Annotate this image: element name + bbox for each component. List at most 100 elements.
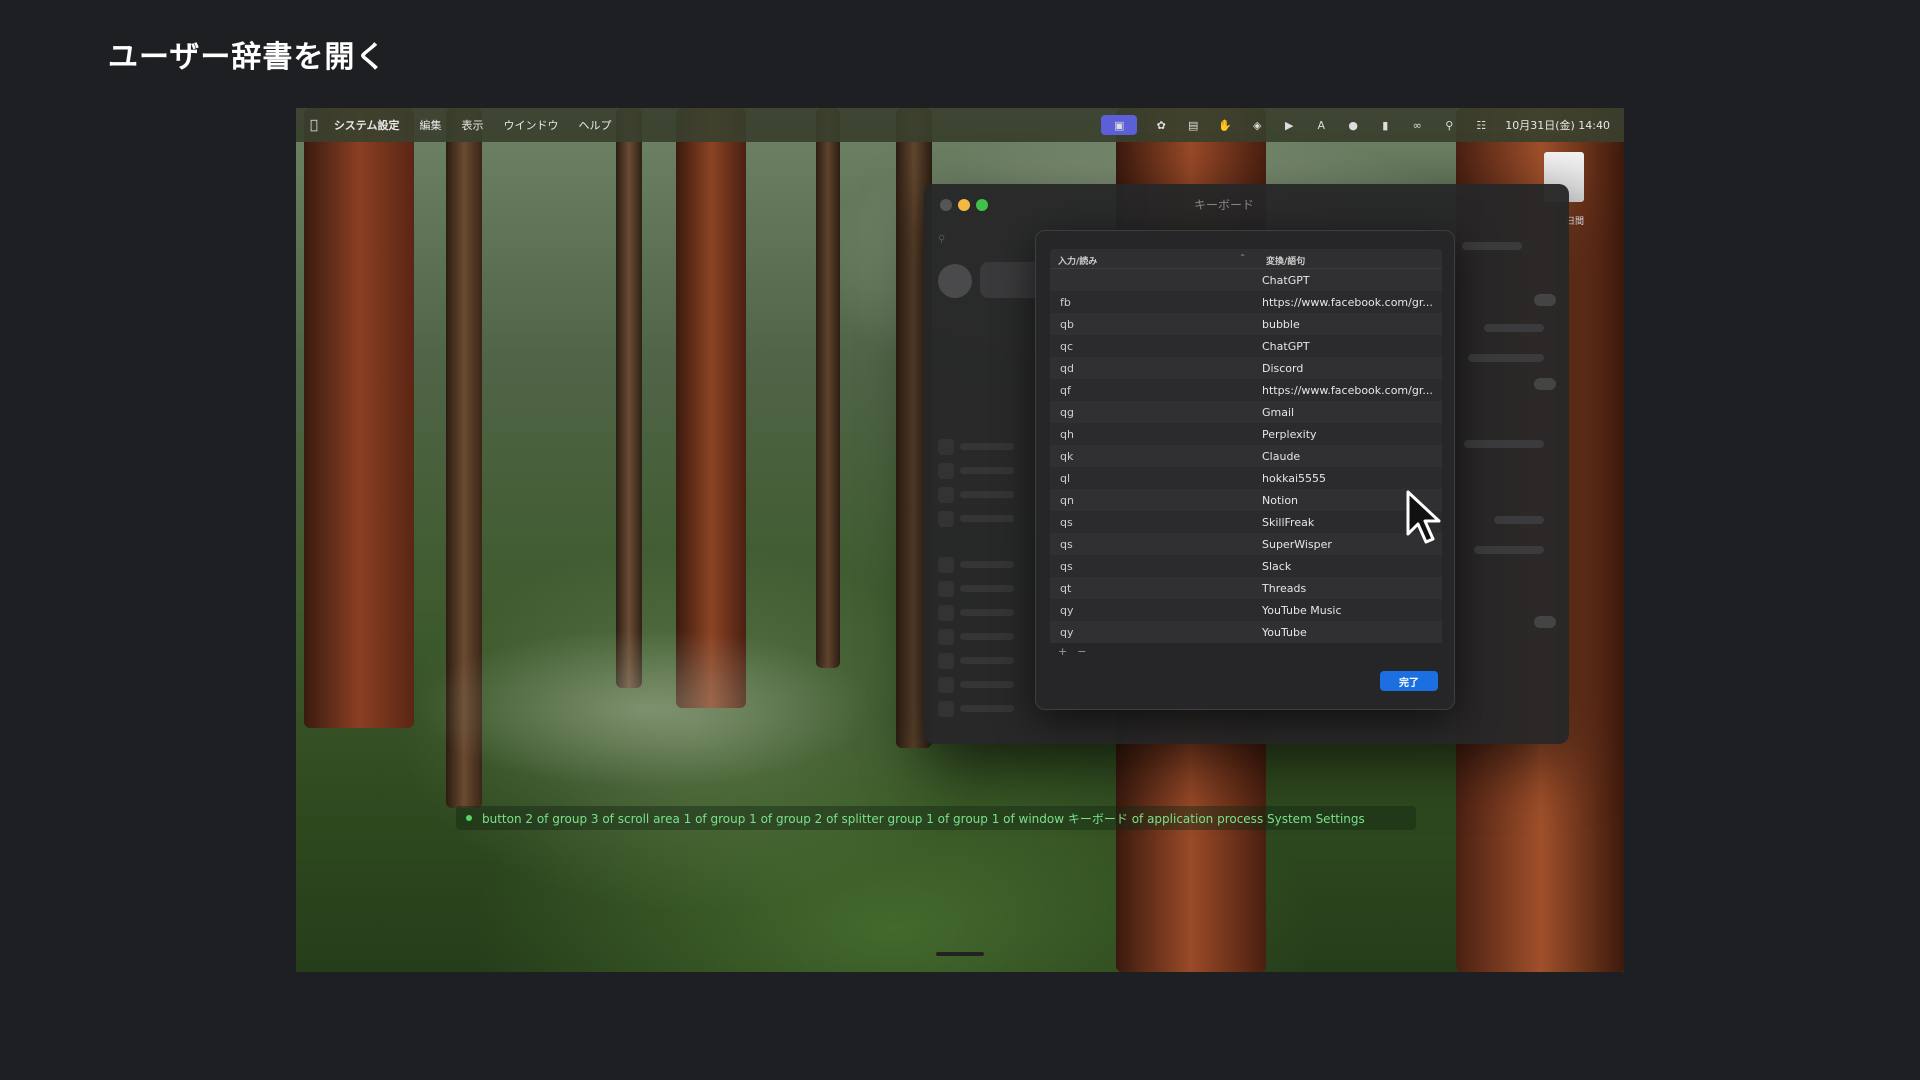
remove-entry-button[interactable]: − (1077, 645, 1086, 658)
chatgpt-icon[interactable]: ✿ (1153, 118, 1169, 132)
cell-output[interactable]: Perplexity (1258, 428, 1442, 441)
table-row[interactable]: qg Gmail (1050, 401, 1442, 423)
sidebar-item[interactable] (938, 698, 1018, 717)
sidebar-item[interactable] (938, 650, 1018, 669)
table-row[interactable]: qy YouTube (1050, 621, 1442, 643)
cell-output[interactable]: bubble (1258, 318, 1442, 331)
cell-input[interactable]: qc (1050, 340, 1258, 353)
cell-input[interactable]: qh (1050, 428, 1258, 441)
pane-popup[interactable] (1484, 324, 1544, 332)
screen-share-icon[interactable]: ▣ (1101, 115, 1138, 135)
table-row[interactable]: qh Perplexity (1050, 423, 1442, 445)
user-dictionary-button[interactable] (1474, 546, 1544, 554)
pane-toggle[interactable] (1534, 616, 1556, 628)
sidebar-item[interactable] (938, 484, 1018, 503)
cell-input[interactable]: qg (1050, 406, 1258, 419)
pane-toggle[interactable] (1534, 378, 1556, 390)
avatar[interactable] (938, 264, 972, 298)
sidebar-item[interactable] (938, 626, 1018, 645)
pane-button[interactable] (1464, 440, 1544, 448)
sidebar-item[interactable] (938, 602, 1018, 621)
sidebar-item[interactable] (938, 508, 1018, 527)
sidebar-search-icon[interactable]: ⚲ (938, 234, 945, 245)
table-row[interactable]: qy YouTube Music (1050, 599, 1442, 621)
sidebar-item[interactable] (938, 436, 1018, 455)
sidebar-item[interactable] (938, 674, 1018, 693)
accessibility-caption: button 2 of group 3 of scroll area 1 of … (456, 806, 1416, 830)
close-button[interactable] (940, 199, 952, 211)
menu-window[interactable]: ウインドウ (503, 117, 558, 133)
input-a-icon[interactable]: A (1313, 118, 1329, 132)
control-center-icon[interactable]: ☷ (1473, 118, 1489, 132)
caption-text: button 2 of group 3 of scroll area 1 of … (482, 811, 1365, 826)
menu-app-name[interactable]: システム設定 (334, 117, 400, 133)
table-row[interactable]: qt Threads (1050, 577, 1442, 599)
table-row[interactable]: qs Slack (1050, 555, 1442, 577)
battery-icon[interactable]: ▮ (1377, 118, 1393, 132)
tree-trunk (304, 108, 414, 728)
cell-output[interactable]: ChatGPT (1258, 274, 1442, 287)
clipboard-icon[interactable]: ▤ (1185, 118, 1201, 132)
clock[interactable]: 10月31日(金) 14:40 (1505, 117, 1610, 133)
pane-button[interactable] (1494, 516, 1544, 524)
table-row[interactable]: qd Discord (1050, 357, 1442, 379)
cell-input[interactable]: qt (1050, 582, 1258, 595)
cell-input[interactable]: qf (1050, 384, 1258, 397)
cell-output[interactable]: YouTube Music (1258, 604, 1442, 617)
sidebar-item[interactable] (938, 460, 1018, 479)
pane-toggle[interactable] (1534, 294, 1556, 306)
cell-output[interactable]: Threads (1258, 582, 1442, 595)
menu-view[interactable]: 表示 (461, 117, 483, 133)
apple-menu-icon[interactable]:  (310, 118, 318, 133)
minimize-button[interactable] (958, 199, 970, 211)
cell-output[interactable]: ChatGPT (1258, 340, 1442, 353)
cell-input[interactable]: qy (1050, 604, 1258, 617)
search-icon[interactable]: ⚲ (1441, 118, 1457, 132)
play-icon[interactable]: ▶ (1281, 118, 1297, 132)
table-row[interactable]: qc ChatGPT (1050, 335, 1442, 357)
layers-icon[interactable]: ◈ (1249, 118, 1265, 132)
cell-input[interactable]: qs (1050, 516, 1258, 529)
table-row[interactable]: fb https://www.facebook.com/gr... (1050, 291, 1442, 313)
cell-output[interactable]: hokkai5555 (1258, 472, 1442, 485)
cell-output[interactable]: Claude (1258, 450, 1442, 463)
cell-output[interactable]: YouTube (1258, 626, 1442, 639)
cell-input[interactable]: qs (1050, 538, 1258, 551)
cell-input[interactable]: qd (1050, 362, 1258, 375)
menu-help[interactable]: ヘルプ (578, 117, 611, 133)
table-row[interactable]: qf https://www.facebook.com/gr... (1050, 379, 1442, 401)
link-icon[interactable]: ∞ (1409, 118, 1425, 132)
cell-input[interactable]: qy (1050, 626, 1258, 639)
cell-input[interactable]: ql (1050, 472, 1258, 485)
pane-label (1462, 242, 1522, 250)
table-row[interactable]: qb bubble (1050, 313, 1442, 335)
table-row[interactable]: qs SkillFreak (1050, 511, 1442, 533)
table-row[interactable]: qk Claude (1050, 445, 1442, 467)
table-row[interactable]: qs SuperWisper (1050, 533, 1442, 555)
cell-output[interactable]: https://www.facebook.com/gr... (1258, 296, 1442, 309)
hand-icon[interactable]: ✋ (1217, 118, 1233, 132)
cell-input[interactable]: qn (1050, 494, 1258, 507)
menu-edit[interactable]: 編集 (419, 117, 441, 133)
cell-input[interactable]: fb (1050, 296, 1258, 309)
zoom-button[interactable] (976, 199, 988, 211)
drop-icon[interactable]: ● (1345, 118, 1361, 132)
add-entry-button[interactable]: + (1058, 645, 1067, 658)
table-header: 入力/読み ⌃ 変換/語句 (1050, 249, 1442, 269)
cell-input[interactable]: qb (1050, 318, 1258, 331)
cell-output[interactable]: Slack (1258, 560, 1442, 573)
pane-popup[interactable] (1468, 354, 1544, 362)
table-row[interactable]: qn Notion (1050, 489, 1442, 511)
column-header-input[interactable]: 入力/読み ⌃ (1050, 249, 1258, 268)
sidebar-item[interactable] (938, 554, 1018, 573)
sidebar-item[interactable] (938, 578, 1018, 597)
cell-output[interactable]: Gmail (1258, 406, 1442, 419)
column-header-output[interactable]: 変換/語句 (1258, 249, 1442, 268)
done-button[interactable]: 完了 (1380, 671, 1438, 691)
cell-input[interactable]: qk (1050, 450, 1258, 463)
table-row[interactable]: ChatGPT (1050, 269, 1442, 291)
cell-output[interactable]: https://www.facebook.com/gr... (1258, 384, 1442, 397)
table-row[interactable]: ql hokkai5555 (1050, 467, 1442, 489)
cell-input[interactable]: qs (1050, 560, 1258, 573)
cell-output[interactable]: Discord (1258, 362, 1442, 375)
